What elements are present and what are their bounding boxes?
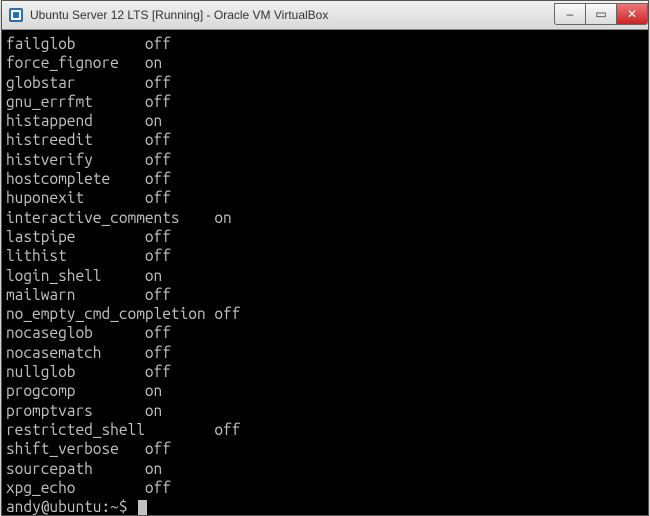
shopt-line: histreedit off bbox=[6, 130, 644, 149]
shopt-line: nocaseglob off bbox=[6, 323, 644, 342]
shopt-line: lithist off bbox=[6, 246, 644, 265]
shopt-line: promptvars on bbox=[6, 401, 644, 420]
maximize-button[interactable]: ▭ bbox=[585, 3, 617, 25]
shopt-line: shift_verbose off bbox=[6, 439, 644, 458]
shopt-line: nocasematch off bbox=[6, 343, 644, 362]
window-title: Ubuntu Server 12 LTS [Running] - Oracle … bbox=[30, 8, 555, 22]
titlebar[interactable]: Ubuntu Server 12 LTS [Running] - Oracle … bbox=[2, 1, 648, 30]
shopt-line: huponexit off bbox=[6, 188, 644, 207]
shopt-line: login_shell on bbox=[6, 266, 644, 285]
shopt-line: sourcepath on bbox=[6, 459, 644, 478]
virtualbox-window: Ubuntu Server 12 LTS [Running] - Oracle … bbox=[1, 0, 649, 516]
window-controls: – ▭ ✕ bbox=[555, 3, 648, 23]
shopt-line: xpg_echo off bbox=[6, 478, 644, 497]
virtualbox-icon bbox=[8, 7, 24, 23]
close-button[interactable]: ✕ bbox=[616, 3, 648, 25]
shopt-line: nullglob off bbox=[6, 362, 644, 381]
shopt-line: failglob off bbox=[6, 34, 644, 53]
shopt-line: hostcomplete off bbox=[6, 169, 644, 188]
terminal-output[interactable]: failglob offforce_fignore onglobstar off… bbox=[2, 30, 648, 515]
shopt-line: globstar off bbox=[6, 73, 644, 92]
shopt-line: restricted_shell off bbox=[6, 420, 644, 439]
shopt-line: gnu_errfmt off bbox=[6, 92, 644, 111]
shopt-line: histappend on bbox=[6, 111, 644, 130]
minimize-button[interactable]: – bbox=[554, 3, 586, 25]
shopt-line: lastpipe off bbox=[6, 227, 644, 246]
shopt-line: histverify off bbox=[6, 150, 644, 169]
shell-prompt[interactable]: andy@ubuntu:~$ bbox=[6, 497, 644, 515]
shopt-line: interactive_comments on bbox=[6, 208, 644, 227]
shopt-line: progcomp on bbox=[6, 381, 644, 400]
shopt-line: mailwarn off bbox=[6, 285, 644, 304]
shopt-line: force_fignore on bbox=[6, 53, 644, 72]
shopt-line: no_empty_cmd_completion off bbox=[6, 304, 644, 323]
cursor bbox=[138, 500, 147, 515]
